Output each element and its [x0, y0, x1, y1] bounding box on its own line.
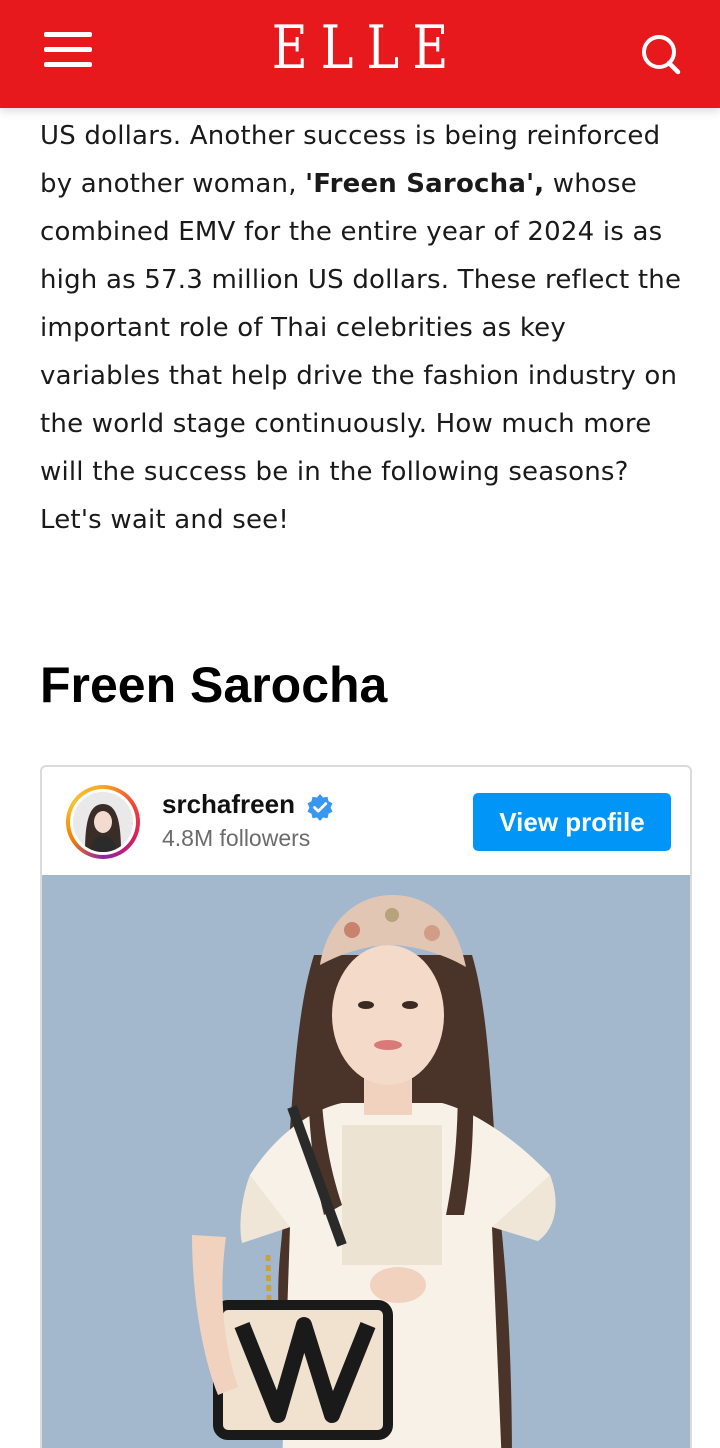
- article-paragraph: US dollars. Another success is being rei…: [40, 112, 690, 544]
- article-bold-name: 'Freen Sarocha',: [305, 169, 545, 199]
- article-text-part2: whose combined EMV for the entire year o…: [40, 169, 682, 535]
- section-heading: Freen Sarocha: [40, 657, 388, 713]
- article-body: US dollars. Another success is being rei…: [40, 112, 690, 544]
- elle-logo[interactable]: ELLE: [65, 14, 655, 82]
- instagram-username[interactable]: srchafreen: [162, 789, 295, 820]
- avatar[interactable]: [66, 785, 140, 859]
- site-header: ELLE: [0, 0, 720, 108]
- view-profile-button[interactable]: View profile: [473, 793, 671, 851]
- instagram-post-image[interactable]: [42, 875, 690, 1448]
- instagram-embed: srchafreen 4.8M followers View profile: [40, 765, 692, 1448]
- instagram-embed-header: srchafreen 4.8M followers View profile: [42, 767, 690, 877]
- search-icon[interactable]: [636, 28, 686, 78]
- follower-count: 4.8M followers: [162, 825, 311, 851]
- verified-badge-icon: [307, 794, 333, 821]
